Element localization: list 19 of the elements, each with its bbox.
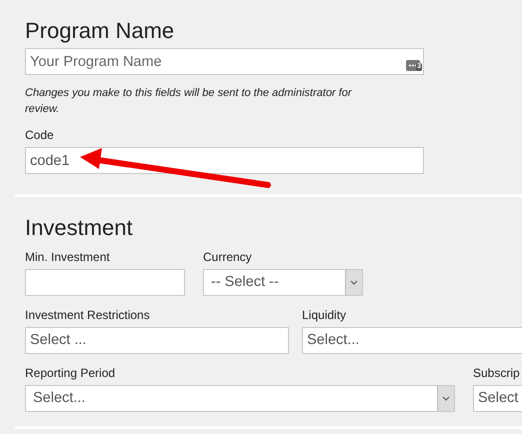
select-dropdown[interactable]: Select... xyxy=(25,385,455,412)
field-label: Currency xyxy=(203,250,252,265)
select-field[interactable]: Select xyxy=(473,385,522,412)
input-field[interactable] xyxy=(25,269,185,296)
select-field[interactable]: Select ... xyxy=(25,327,289,354)
field-label: Code xyxy=(25,128,54,143)
select-dropdown[interactable]: -- Select -- xyxy=(203,269,363,296)
select-field[interactable]: Select... xyxy=(302,327,522,354)
field-label: Subscrip xyxy=(473,366,520,381)
caret-icon xyxy=(345,270,362,295)
field-label: Min. Investment xyxy=(25,250,110,265)
section-heading: Program Name xyxy=(25,17,176,45)
caret-icon xyxy=(437,386,454,411)
info-note: Changes you make to this fields will be sent to the administrator for review. xyxy=(25,86,353,117)
input-field[interactable]: code1 xyxy=(25,147,424,174)
section-heading: Investment xyxy=(25,214,134,242)
field-label: Investment Restrictions xyxy=(25,308,150,323)
field-label: Liquidity xyxy=(302,308,346,323)
field-label: Reporting Period xyxy=(25,366,116,381)
